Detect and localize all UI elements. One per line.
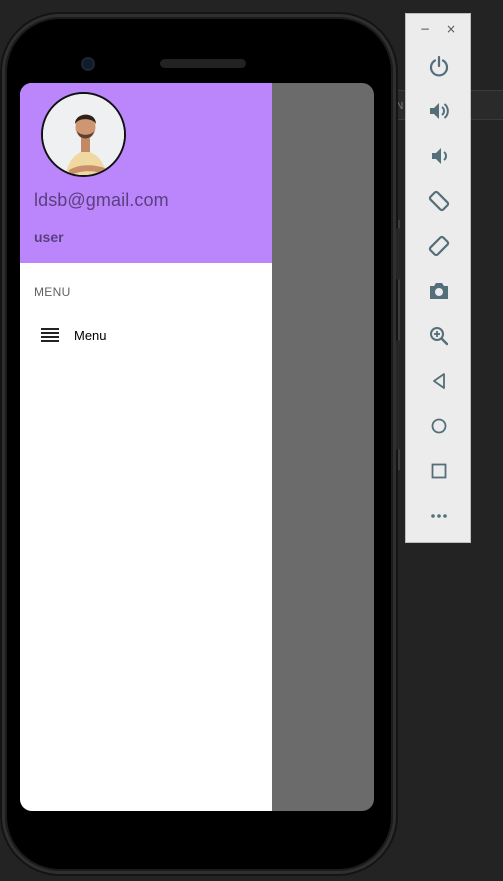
overview-icon: [431, 463, 447, 479]
drawer-item-label: Menu: [74, 328, 107, 343]
earpiece-speaker: [160, 59, 246, 68]
menu-section-title: MENU: [34, 285, 71, 299]
drawer-item-menu[interactable]: Menu: [20, 319, 272, 351]
avatar[interactable]: [41, 92, 126, 177]
front-camera-icon: [81, 57, 95, 71]
close-button[interactable]: ×: [444, 22, 458, 36]
phone-volume-button: [396, 340, 400, 450]
back-icon: [433, 373, 445, 389]
overview-button[interactable]: [426, 458, 452, 484]
more-icon: [431, 514, 447, 518]
home-button[interactable]: [426, 413, 452, 439]
volume-up-icon: [430, 103, 449, 119]
power-button[interactable]: [426, 53, 452, 79]
back-button[interactable]: [426, 368, 452, 394]
menu-lines-icon: [41, 328, 59, 342]
zoom-button[interactable]: [426, 323, 452, 349]
minimize-button[interactable]: −: [418, 22, 432, 36]
volume-down-button[interactable]: [426, 143, 452, 169]
person-avatar-image: [43, 94, 124, 175]
rotate-left-icon: [428, 190, 450, 212]
navigation-drawer: ldsb@gmail.com user MENU Menu: [20, 83, 272, 811]
drawer-header: ldsb@gmail.com user: [20, 83, 272, 263]
volume-down-icon: [432, 148, 447, 164]
rotate-right-button[interactable]: [426, 233, 452, 259]
zoom-icon: [430, 327, 449, 346]
emulator-toolbar: − ×: [405, 13, 471, 543]
rotate-left-button[interactable]: [426, 188, 452, 214]
device-screen: ldsb@gmail.com user MENU Menu: [20, 83, 374, 811]
screenshot-button[interactable]: [426, 278, 452, 304]
phone-power-button: [396, 228, 400, 280]
user-role: user: [34, 229, 64, 245]
camera-icon: [430, 283, 448, 299]
power-icon: [429, 55, 449, 77]
user-email: ldsb@gmail.com: [34, 190, 169, 210]
home-icon: [431, 418, 447, 434]
rotate-right-icon: [428, 235, 450, 257]
more-button[interactable]: [426, 503, 452, 529]
volume-up-button[interactable]: [426, 98, 452, 124]
drawer-scrim[interactable]: [272, 83, 374, 811]
